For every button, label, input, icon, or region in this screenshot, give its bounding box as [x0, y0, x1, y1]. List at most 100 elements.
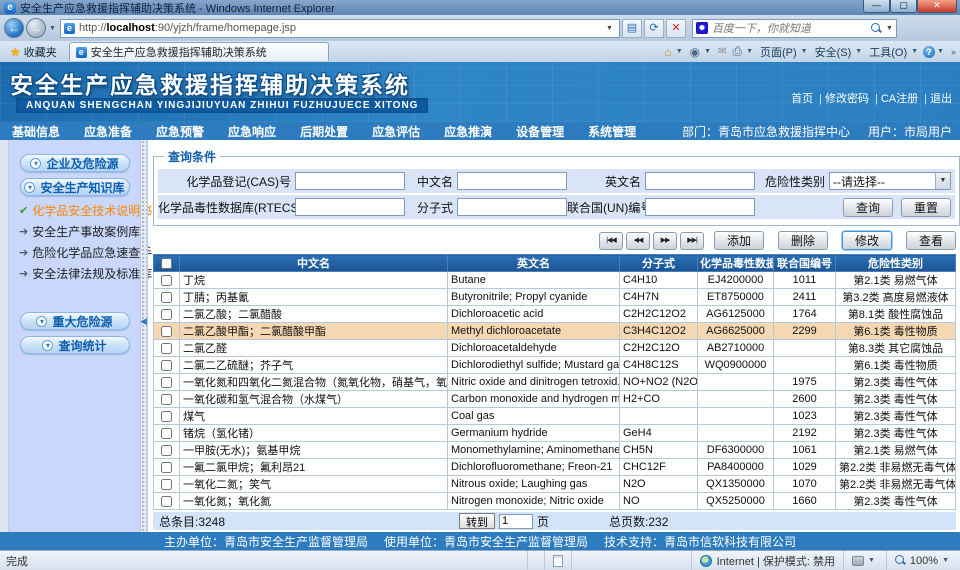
tools-menu[interactable]: 工具(O)	[867, 44, 909, 60]
main-menu-item[interactable]: 基础信息	[0, 123, 72, 140]
prev-page-button[interactable]: ◀◀	[626, 232, 650, 250]
main-menu-item[interactable]: 应急准备	[72, 123, 144, 140]
help-icon[interactable]: ?	[923, 46, 935, 58]
modify-button[interactable]: 修改	[842, 231, 892, 250]
search-dropdown-icon[interactable]: ▼	[886, 25, 893, 32]
row-checkbox[interactable]	[161, 496, 172, 507]
add-button[interactable]: 添加	[714, 231, 764, 250]
banner-link[interactable]: 退出	[918, 93, 952, 105]
table-row[interactable]: 丁烷 Butane C4H10 EJ4200000 1011 第2.1类 易燃气…	[154, 272, 956, 289]
row-checkbox[interactable]	[161, 309, 172, 320]
sidebar-link[interactable]: ➔ 危险化学品应急速查手...	[9, 242, 140, 263]
main-menu-item[interactable]: 后期处置	[288, 123, 360, 140]
select-all-checkbox[interactable]	[161, 258, 172, 269]
reset-button[interactable]: 重置	[901, 198, 951, 217]
table-row[interactable]: 二氯乙醛 Dichloroacetaldehyde C2H2C12O AB271…	[154, 340, 956, 357]
row-checkbox[interactable]	[161, 394, 172, 405]
main-menu-item[interactable]: 应急评估	[360, 123, 432, 140]
table-row[interactable]: 锗烷（氢化锗） Germanium hydride GeH4 2192 第2.3…	[154, 425, 956, 442]
help-dropdown-icon[interactable]: ▼	[937, 48, 944, 55]
collapse-arrow-icon[interactable]: ◀	[140, 316, 147, 327]
goto-page-button[interactable]: 转到	[459, 513, 495, 529]
row-checkbox[interactable]	[161, 411, 172, 422]
main-menu-item[interactable]: 系统管理	[576, 123, 648, 140]
favorites-button[interactable]: ★ 收藏夹	[4, 43, 63, 60]
panel-splitter[interactable]: ◀	[140, 140, 148, 532]
page-menu-dropdown-icon[interactable]: ▼	[801, 48, 808, 55]
refresh-button[interactable]: ⟳	[644, 19, 664, 38]
tools-menu-dropdown-icon[interactable]: ▼	[911, 48, 918, 55]
col-english-name[interactable]: 英文名	[448, 255, 620, 272]
sidebar-link[interactable]: ✔ 化学品安全技术说明书	[9, 200, 140, 221]
formula-input[interactable]	[457, 198, 567, 216]
page-number-input[interactable]	[499, 514, 533, 529]
un-number-input[interactable]	[645, 198, 755, 216]
row-checkbox[interactable]	[161, 326, 172, 337]
search-button[interactable]: 查询	[843, 198, 893, 217]
history-dropdown-icon[interactable]: ▼	[49, 25, 56, 32]
table-row[interactable]: 二氯乙酸；二氯醋酸 Dichloroacetic acid C2H2C12O2 …	[154, 306, 956, 323]
table-row[interactable]: 二氯二乙硫醚；芥子气 Dichlorodiethyl sulfide; Must…	[154, 357, 956, 374]
main-menu-item[interactable]: 应急推演	[432, 123, 504, 140]
search-box[interactable]: 百度一下，你就知道 ▼	[692, 19, 897, 38]
row-checkbox[interactable]	[161, 479, 172, 490]
main-menu-item[interactable]: 应急预警	[144, 123, 216, 140]
col-formula[interactable]: 分子式	[620, 255, 698, 272]
search-icon[interactable]	[871, 23, 882, 34]
row-checkbox[interactable]	[161, 292, 172, 303]
row-checkbox[interactable]	[161, 360, 172, 371]
mail-icon[interactable]: ✉	[716, 46, 728, 57]
sidebar-section-enterprise[interactable]: ▾ 企业及危险源	[20, 154, 130, 172]
col-chinese-name[interactable]: 中文名	[180, 255, 448, 272]
sidebar-section-query-stats[interactable]: ▾ 查询统计	[20, 336, 130, 354]
home-dropdown-icon[interactable]: ▼	[676, 48, 683, 55]
row-checkbox[interactable]	[161, 462, 172, 473]
sidebar-section-major-hazards[interactable]: ▾ 重大危险源	[20, 312, 130, 330]
table-row[interactable]: 一氟二氯甲烷；氟利昂21 Dichlorofluoromethane; Freo…	[154, 459, 956, 476]
row-checkbox[interactable]	[161, 445, 172, 456]
status-zoom-pane[interactable]: 100% ▼	[886, 551, 960, 570]
stop-button[interactable]: ✕	[666, 19, 686, 38]
row-checkbox[interactable]	[161, 377, 172, 388]
url-dropdown-icon[interactable]: ▼	[603, 25, 616, 32]
row-checkbox[interactable]	[161, 428, 172, 439]
url-field[interactable]: e http://localhost:90/yjzh/frame/homepag…	[60, 19, 620, 38]
print-icon[interactable]: ⎙	[730, 44, 744, 59]
compatibility-view-button[interactable]: ▤	[622, 19, 642, 38]
table-row[interactable]: 一甲胺(无水)；氨基甲烷 Monomethylamine; Aminometha…	[154, 442, 956, 459]
filter-dropdown-icon[interactable]: ▼	[868, 557, 875, 564]
view-button[interactable]: 查看	[906, 231, 956, 250]
home-icon[interactable]: ⌂	[662, 45, 673, 59]
forward-button[interactable]: →	[26, 18, 46, 38]
sidebar-section-knowledge[interactable]: ▾ 安全生产知识库	[20, 178, 130, 196]
last-page-button[interactable]: ▶▶|	[680, 232, 704, 250]
table-row[interactable]: 一氧化二氮；笑气 Nitrous oxide; Laughing gas N2O…	[154, 476, 956, 493]
chinese-name-input[interactable]	[457, 172, 567, 190]
table-row[interactable]: 丁腈；丙基氰 Butyronitrile; Propyl cyanide C4H…	[154, 289, 956, 306]
back-button[interactable]: ←	[4, 18, 24, 38]
delete-button[interactable]: 删除	[778, 231, 828, 250]
rss-feed-icon[interactable]: ◉	[688, 45, 702, 59]
table-row[interactable]: 一氧化碳和氢气混合物（水煤气） Carbon monoxide and hydr…	[154, 391, 956, 408]
table-row[interactable]: 一氧化氮和四氧化二氮混合物（氮氧化物，硝基气，氧化氮气体） Nitric oxi…	[154, 374, 956, 391]
sidebar-link[interactable]: ➔ 安全生产事故案例库	[9, 221, 140, 242]
banner-link[interactable]: 首页	[791, 93, 813, 105]
row-checkbox[interactable]	[161, 343, 172, 354]
first-page-button[interactable]: |◀◀	[599, 232, 623, 250]
col-rtecs[interactable]: 化学品毒性数据...	[698, 255, 774, 272]
status-zone-pane[interactable]: Internet | 保护模式: 禁用	[691, 551, 843, 570]
next-page-button[interactable]: ▶▶	[653, 232, 677, 250]
main-menu-item[interactable]: 应急响应	[216, 123, 288, 140]
rtecs-input[interactable]	[295, 198, 405, 216]
row-checkbox[interactable]	[161, 275, 172, 286]
table-row[interactable]: 一氧化氮；氧化氮 Nitrogen monoxide; Nitric oxide…	[154, 493, 956, 510]
table-row[interactable]: 煤气 Coal gas 1023 第2.3类 毒性气体	[154, 408, 956, 425]
safety-menu-dropdown-icon[interactable]: ▼	[855, 48, 862, 55]
rss-dropdown-icon[interactable]: ▼	[704, 48, 711, 55]
col-un-number[interactable]: 联合国编号	[774, 255, 836, 272]
danger-class-select[interactable]: --请选择-- ▼	[829, 172, 951, 190]
overflow-chevron[interactable]: »	[951, 47, 956, 57]
english-name-input[interactable]	[645, 172, 755, 190]
browser-tab[interactable]: e 安全生产应急救援指挥辅助决策系统	[69, 42, 329, 61]
zoom-dropdown-icon[interactable]: ▼	[942, 557, 949, 564]
